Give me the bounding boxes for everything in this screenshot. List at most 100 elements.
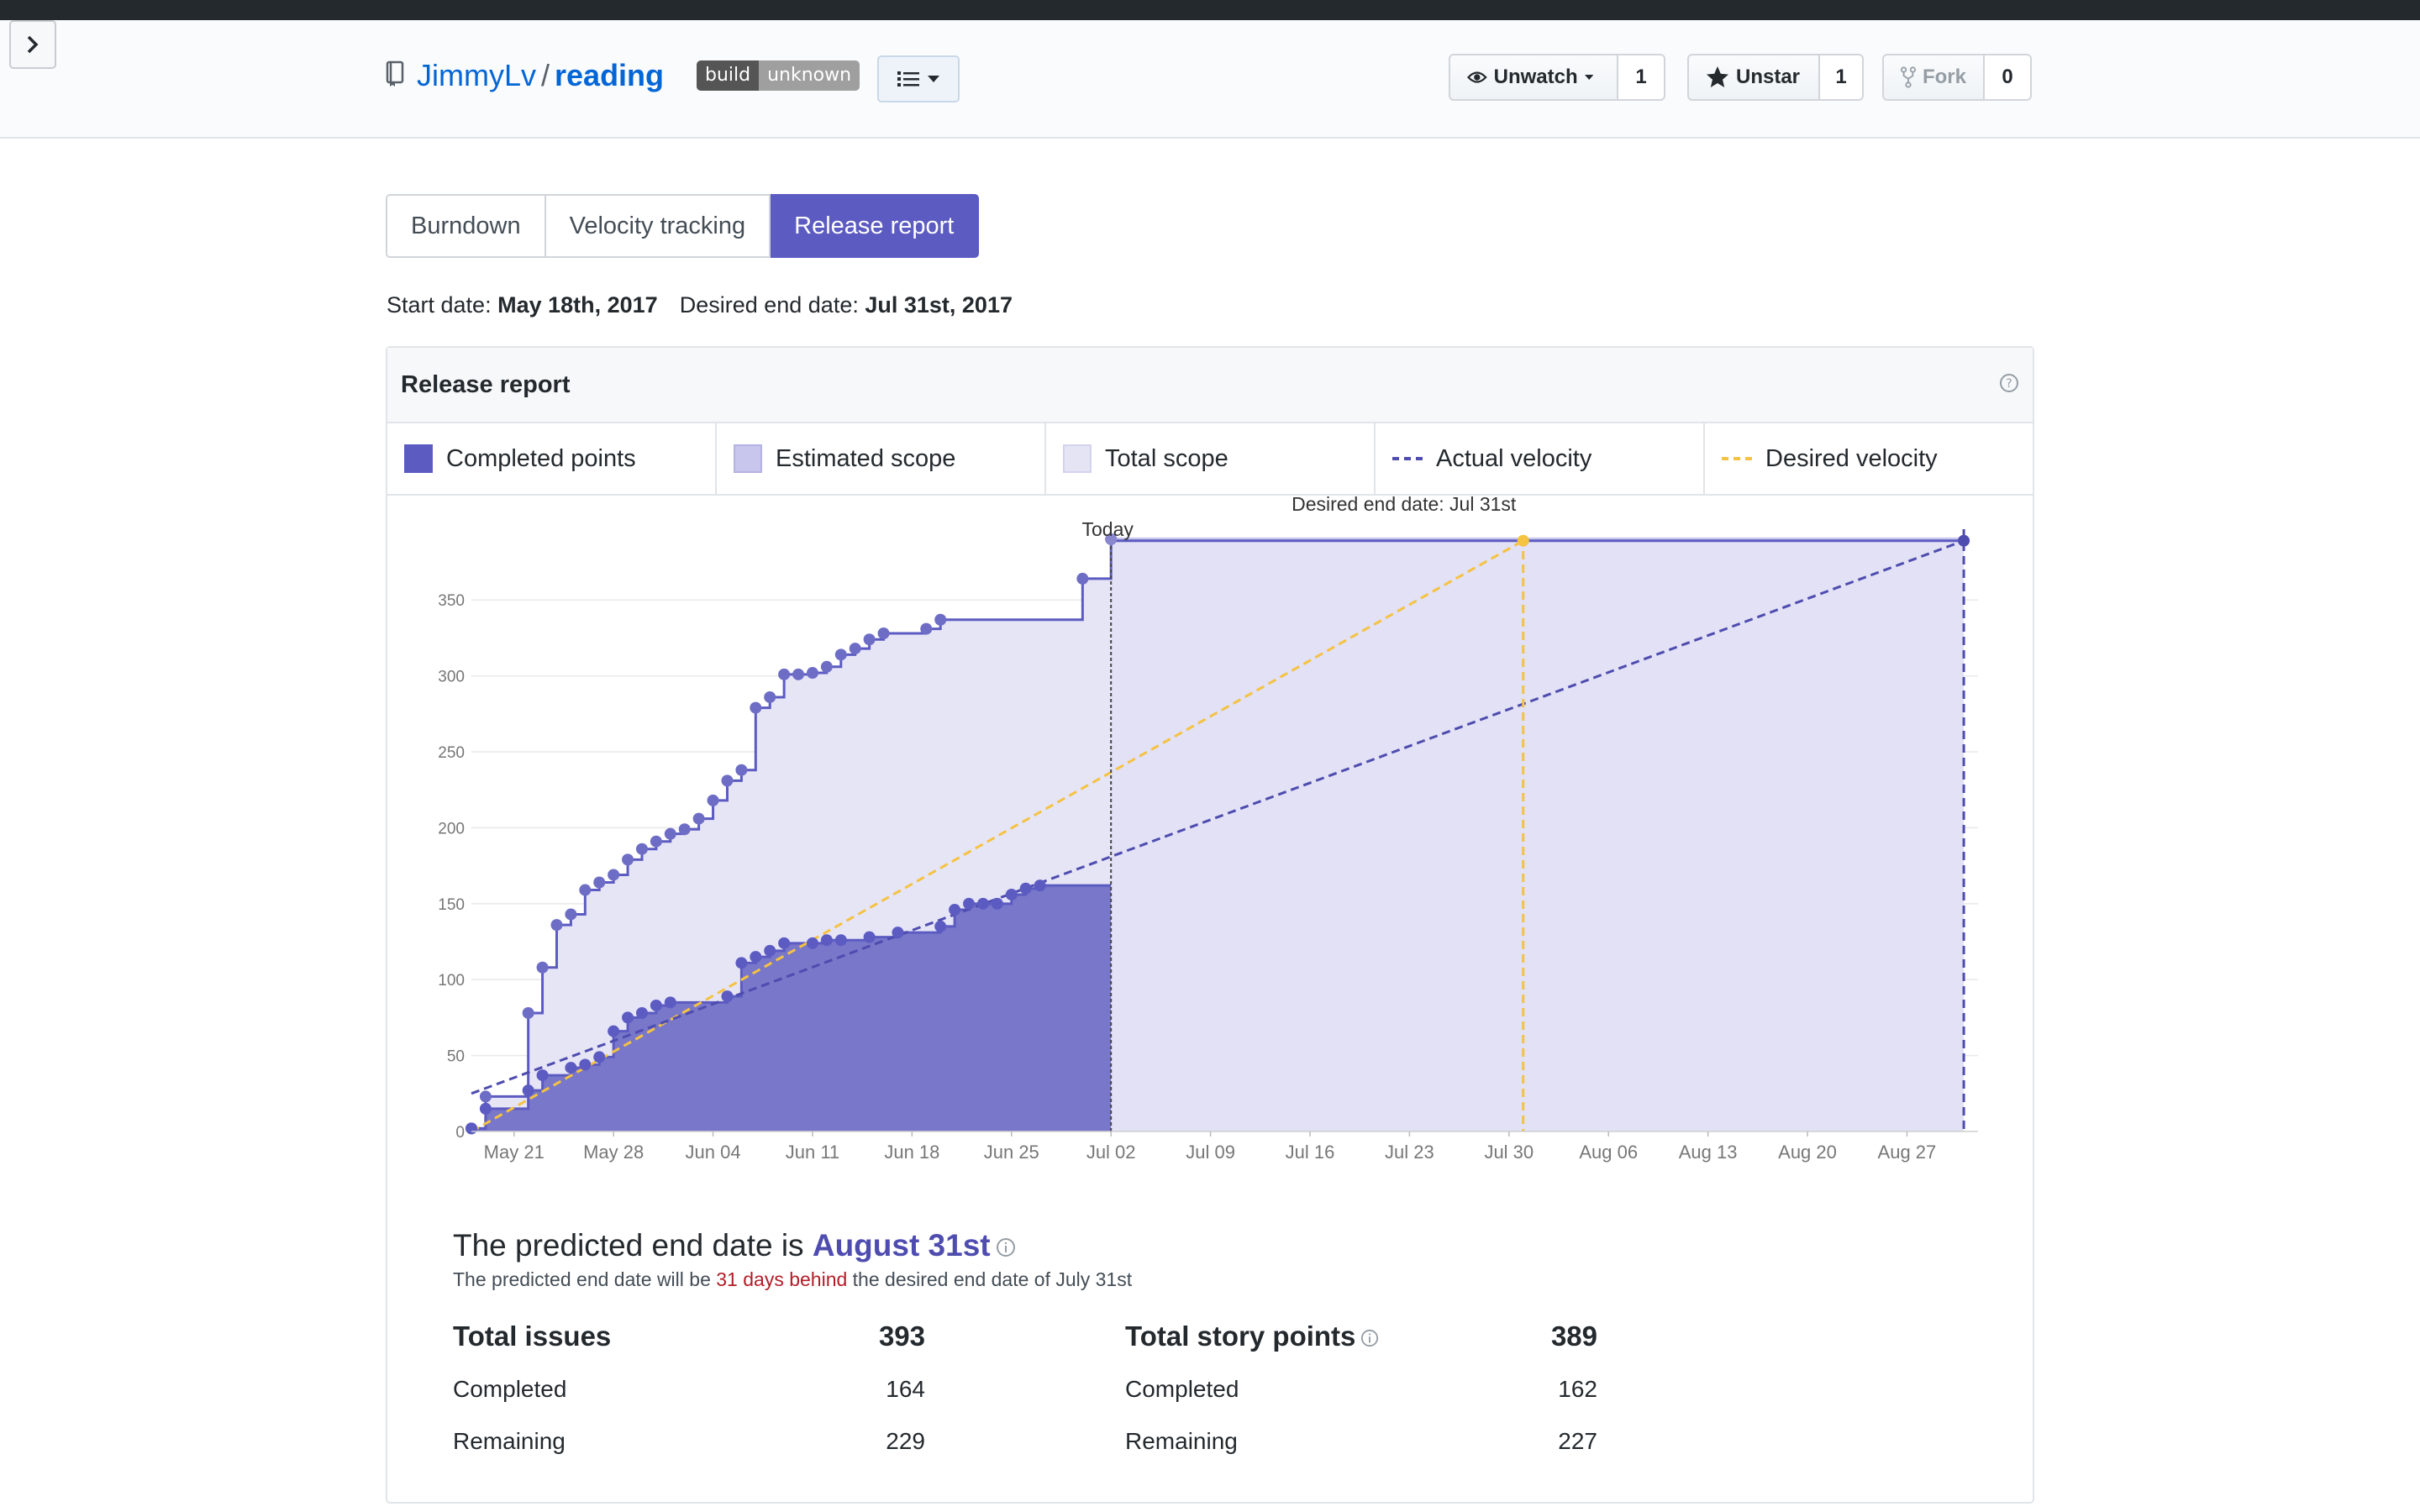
- points-stats: Total story points 389 Completed 162 Rem…: [1125, 1320, 1597, 1480]
- total-scope-point: [536, 961, 549, 974]
- badge-label: build: [697, 60, 760, 91]
- panel-header: Release report ?: [387, 348, 2033, 423]
- legend-swatch: [404, 444, 433, 473]
- legend-total-scope[interactable]: Total scope: [1046, 423, 1376, 494]
- tab-release-report[interactable]: Release report: [771, 194, 980, 258]
- total-scope-point: [608, 869, 620, 881]
- completed-point: [536, 1069, 549, 1082]
- legend-estimated-scope[interactable]: Estimated scope: [717, 423, 1046, 494]
- total-scope-point: [707, 794, 719, 806]
- completed-point: [664, 996, 676, 1009]
- x-tick-label: Aug 06: [1579, 1142, 1638, 1163]
- total-scope-point: [593, 876, 606, 889]
- x-tick-label: Jul 23: [1385, 1142, 1434, 1163]
- completed-point: [522, 1084, 534, 1097]
- legend-label: Desired velocity: [1765, 444, 1938, 472]
- legend-completed-points[interactable]: Completed points: [387, 423, 717, 494]
- badge-status: unknown: [759, 60, 860, 91]
- sidebar-toggle-button[interactable]: [9, 20, 56, 69]
- total-scope-point: [678, 823, 691, 836]
- x-tick-label: Jun 18: [884, 1142, 939, 1163]
- fork-group: Fork 0: [1882, 54, 2032, 101]
- repo-header: [0, 20, 2420, 139]
- start-date-value: May 18th, 2017: [497, 292, 658, 318]
- watch-count[interactable]: 1: [1618, 54, 1665, 101]
- help-icon[interactable]: ?: [1999, 373, 2019, 393]
- total-scope-point: [778, 668, 791, 680]
- issues-remaining: 229: [886, 1428, 925, 1454]
- x-tick-label: Jun 11: [786, 1142, 839, 1163]
- panel-title: Release report: [401, 371, 571, 398]
- total-scope-point: [664, 827, 676, 840]
- fork-label: Fork: [1922, 66, 1966, 88]
- completed-point: [735, 957, 748, 969]
- watch-group: Unwatch 1: [1449, 54, 1665, 101]
- total-scope-point: [479, 1090, 492, 1103]
- y-tick-label: 50: [447, 1048, 465, 1066]
- y-tick-label: 200: [438, 820, 465, 837]
- tab-burndown[interactable]: Burndown: [386, 194, 546, 258]
- total-scope-point: [692, 812, 705, 825]
- fork-button[interactable]: Fork: [1882, 54, 1985, 101]
- unstar-button[interactable]: Unstar: [1687, 54, 1820, 101]
- repo-owner-link[interactable]: JimmyLv: [417, 58, 536, 92]
- points-completed-label: Completed: [1125, 1376, 1239, 1402]
- unwatch-button[interactable]: Unwatch: [1449, 54, 1618, 101]
- info-icon[interactable]: [1360, 1329, 1379, 1347]
- total-scope-point: [792, 668, 805, 680]
- issues-completed: 164: [886, 1376, 925, 1402]
- legend-swatch: [734, 444, 762, 473]
- legend-desired-velocity[interactable]: Desired velocity: [1705, 423, 2033, 494]
- y-tick-label: 300: [438, 669, 465, 686]
- total-scope-point: [750, 701, 762, 714]
- info-icon[interactable]: [996, 1237, 1016, 1257]
- total-scope-point: [820, 660, 833, 673]
- completed-point: [750, 951, 762, 963]
- tab-velocity-tracking[interactable]: Velocity tracking: [545, 194, 771, 258]
- y-tick-label: 150: [438, 896, 465, 914]
- top-navbar: [0, 0, 2420, 20]
- legend-dash: [1722, 457, 1752, 460]
- repo-title: JimmyLv / reading: [417, 55, 664, 96]
- fork-count[interactable]: 0: [1985, 54, 2032, 101]
- points-remaining-label: Remaining: [1125, 1428, 1238, 1454]
- x-tick-label: May 21: [484, 1142, 544, 1163]
- caret-down-icon: [1584, 75, 1593, 80]
- x-tick-label: Jun 04: [686, 1142, 741, 1163]
- completed-point: [976, 897, 989, 910]
- total-scope-point: [920, 622, 933, 635]
- completed-point: [721, 990, 734, 1003]
- end-date-label: Desired end date:: [679, 292, 859, 318]
- total-scope-point: [550, 919, 563, 932]
- completed-point: [608, 1025, 620, 1037]
- repo-icon: [386, 60, 404, 87]
- star-count[interactable]: 1: [1820, 54, 1864, 101]
- release-report-panel: Release report ? Completed points Estima…: [386, 346, 2034, 1504]
- prediction-headline: The predicted end date is August 31st: [453, 1228, 1132, 1263]
- legend-actual-velocity[interactable]: Actual velocity: [1376, 423, 1705, 494]
- date-range: Start date: May 18th, 2017 Desired end da…: [387, 292, 1013, 318]
- total-scope-point: [622, 853, 634, 866]
- legend-label: Estimated scope: [776, 444, 956, 472]
- total-scope-point: [934, 613, 947, 626]
- total-scope-point: [579, 884, 592, 896]
- predicted-end-point: [1958, 534, 1970, 547]
- completed-point: [949, 904, 961, 916]
- y-tick-label: 350: [438, 592, 465, 610]
- x-tick-label: Aug 27: [1878, 1142, 1937, 1163]
- predicted-date: August 31st: [812, 1228, 991, 1263]
- completed-point: [778, 937, 791, 949]
- issues-remaining-label: Remaining: [453, 1428, 566, 1454]
- points-completed: 162: [1558, 1376, 1597, 1402]
- points-remaining-row: Remaining 227: [1125, 1428, 1597, 1480]
- build-status-badge[interactable]: build unknown: [697, 60, 860, 91]
- report-tabs: Burndown Velocity tracking Release repor…: [386, 194, 980, 258]
- repo-name-link[interactable]: reading: [555, 58, 664, 92]
- total-scope-point: [650, 835, 662, 848]
- eye-icon: [1467, 71, 1487, 83]
- list-menu-button[interactable]: [877, 55, 960, 102]
- completed-point: [820, 934, 833, 947]
- repo-separator: /: [541, 58, 550, 92]
- total-scope-point: [565, 908, 577, 921]
- issues-total-row: Total issues 393: [453, 1320, 925, 1376]
